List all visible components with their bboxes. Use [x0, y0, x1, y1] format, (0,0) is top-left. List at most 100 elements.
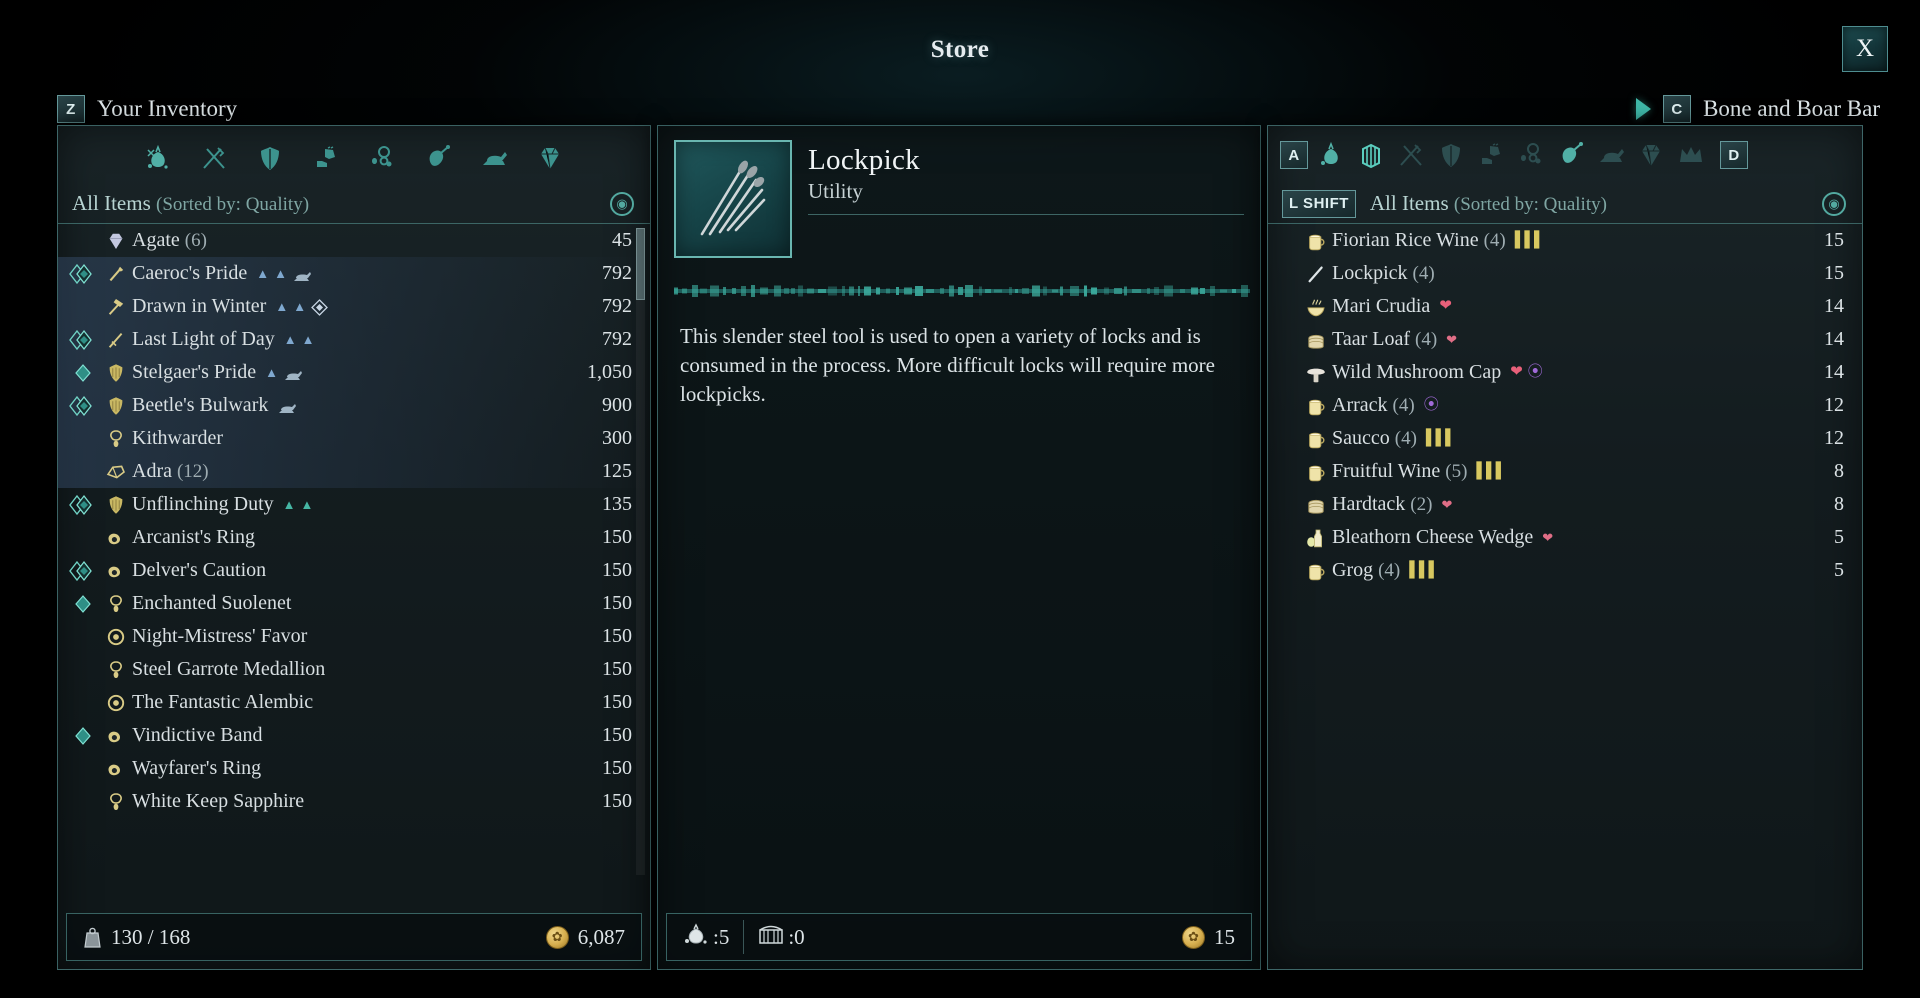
crown-icon[interactable]	[1674, 138, 1708, 172]
stat-buff-icon: ▌▌▌	[1409, 563, 1438, 578]
item-name: Grog	[1332, 559, 1373, 582]
item-count: (4)	[1378, 560, 1400, 582]
armor-icon[interactable]	[253, 141, 287, 175]
right-sort-bar[interactable]: L SHIFT All Items (Sorted by: Quality) ◉	[1268, 184, 1862, 224]
anvil-icon	[292, 267, 309, 281]
mug-icon	[1300, 394, 1332, 418]
boots-gloves-icon[interactable]	[1474, 138, 1508, 172]
merchant-item-list[interactable]: Fiorian Rice Wine (4) ▌▌▌ 15 Lockpick (4) 15 Ma…	[1268, 224, 1862, 879]
item-price: 125	[602, 460, 632, 483]
all-items-icon[interactable]	[1354, 138, 1388, 172]
table-row[interactable]: Grog (4) ▌▌▌ 5	[1268, 554, 1862, 587]
item-name: White Keep Sapphire	[132, 790, 304, 813]
shield-icon	[100, 493, 132, 517]
left-scrollbar[interactable]	[636, 228, 645, 875]
food-icon[interactable]	[421, 141, 455, 175]
shield-icon	[100, 361, 132, 385]
table-row[interactable]: White Keep Sapphire 150	[58, 785, 650, 818]
trinkets-icon[interactable]	[365, 141, 399, 175]
mug-icon	[1300, 559, 1332, 583]
item-price: 5	[1804, 526, 1844, 549]
amulet-icon	[100, 790, 132, 814]
item-name: Fruitful Wine	[1332, 460, 1440, 483]
mug-icon	[1300, 229, 1332, 253]
table-row[interactable]: Lockpick (4) 15	[1268, 257, 1862, 290]
table-row[interactable]: Arcanist's Ring 150	[58, 521, 650, 554]
player-item-list[interactable]: Agate (6) 45 Caeroc's Pride ▲ ▲ 792 Drawn in Wi…	[58, 224, 650, 879]
table-row[interactable]: Kithwarder 300	[58, 422, 650, 455]
merchant-header: C Bone and Boar Bar	[1636, 95, 1880, 123]
stat-buff-icon: ▌▌▌	[1515, 233, 1544, 248]
table-row[interactable]: Mari Crudia ❤ 14	[1268, 290, 1862, 323]
crafting-icon[interactable]	[477, 141, 511, 175]
gems-icon[interactable]	[533, 141, 567, 175]
item-name: The Fantastic Alembic	[132, 691, 313, 714]
item-name: Wild Mushroom Cap	[1332, 361, 1501, 384]
table-row[interactable]: Fruitful Wine (5) ▌▌▌ 8	[1268, 455, 1862, 488]
table-row[interactable]: Stelgaer's Pride ▲ 1,050	[58, 356, 650, 389]
item-name: Caeroc's Pride	[132, 262, 247, 285]
arrow-right-icon[interactable]	[1636, 98, 1651, 120]
item-name: Arcanist's Ring	[132, 526, 255, 549]
coin-icon: ✿	[546, 926, 569, 949]
left-scroll-thumb[interactable]	[636, 228, 645, 300]
chest-count-group: :0	[758, 923, 818, 951]
table-row[interactable]: Drawn in Winter ▲ ▲ 792	[58, 290, 650, 323]
footer-divider	[743, 920, 744, 954]
table-row[interactable]: Wild Mushroom Cap ❤ ⦿ 14	[1268, 356, 1862, 389]
left-sort-bar[interactable]: All Items (Sorted by: Quality) ◉	[58, 184, 650, 224]
upgrade-chevron-icon: ▲	[265, 366, 278, 379]
table-row[interactable]: The Fantastic Alembic 150	[58, 686, 650, 719]
weapons-icon[interactable]	[1394, 138, 1428, 172]
player-inventory-panel: All Items (Sorted by: Quality) ◉ Agate (6…	[57, 125, 651, 970]
table-row[interactable]: Wayfarer's Ring 150	[58, 752, 650, 785]
table-row[interactable]: Vindictive Band 150	[58, 719, 650, 752]
item-count: (4)	[1415, 329, 1437, 351]
boots-gloves-icon[interactable]	[309, 141, 343, 175]
table-row[interactable]: Arrack (4) ⦿ 12	[1268, 389, 1862, 422]
gems-icon[interactable]	[1634, 138, 1668, 172]
table-row[interactable]: Enchanted Suolenet 150	[58, 587, 650, 620]
table-row[interactable]: Taar Loaf (4) ❤ 14	[1268, 323, 1862, 356]
item-price: 12	[1804, 394, 1844, 417]
table-row[interactable]: Beetle's Bulwark 900	[58, 389, 650, 422]
upgrade-chevron-icon: ▲	[274, 267, 287, 280]
all-items-icon[interactable]	[141, 141, 175, 175]
item-count: (4)	[1413, 263, 1435, 285]
table-row[interactable]: Bleathorn Cheese Wedge ❤ 5	[1268, 521, 1862, 554]
mug-icon	[1300, 427, 1332, 451]
table-row[interactable]: Hardtack (2) ❤ 8	[1268, 488, 1862, 521]
crafting-icon[interactable]	[1594, 138, 1628, 172]
table-row[interactable]: Caeroc's Pride ▲ ▲ 792	[58, 257, 650, 290]
item-price: 12	[1804, 427, 1844, 450]
table-row[interactable]: Night-Mistress' Favor 150	[58, 620, 650, 653]
upgrade-chevron-icon: ▲	[302, 333, 315, 346]
sort-quality-icon[interactable]: ◉	[1822, 192, 1846, 216]
table-row[interactable]: Adra (12) 125	[58, 455, 650, 488]
trinkets-icon[interactable]	[1514, 138, 1548, 172]
item-price: 150	[602, 691, 632, 714]
sort-quality-icon[interactable]: ◉	[610, 192, 634, 216]
upgrade-chevron-icon: ▲	[256, 267, 269, 280]
close-button[interactable]: X	[1842, 26, 1888, 72]
table-row[interactable]: Agate (6) 45	[58, 224, 650, 257]
left-category-bar	[58, 126, 650, 184]
item-name: Hardtack	[1332, 493, 1405, 516]
item-name: Enchanted Suolenet	[132, 592, 291, 615]
table-row[interactable]: Saucco (4) ▌▌▌ 12	[1268, 422, 1862, 455]
item-price: 150	[602, 658, 632, 681]
your-inventory-label: Your Inventory	[97, 96, 237, 122]
armor-icon[interactable]	[1434, 138, 1468, 172]
table-row[interactable]: Fiorian Rice Wine (4) ▌▌▌ 15	[1268, 224, 1862, 257]
item-name: Bleathorn Cheese Wedge	[1332, 526, 1533, 549]
food-icon[interactable]	[1554, 138, 1588, 172]
medal-icon	[100, 691, 132, 715]
health-effect-icon: ❤	[1510, 365, 1523, 380]
table-row[interactable]: Unflinching Duty ▲ ▲ 135	[58, 488, 650, 521]
table-row[interactable]: Last Light of Day ▲ ▲ 792	[58, 323, 650, 356]
table-row[interactable]: Delver's Caution 150	[58, 554, 650, 587]
item-price: 150	[602, 757, 632, 780]
weapons-icon[interactable]	[197, 141, 231, 175]
table-row[interactable]: Steel Garrote Medallion 150	[58, 653, 650, 686]
coin-pouch-icon[interactable]	[1314, 138, 1348, 172]
